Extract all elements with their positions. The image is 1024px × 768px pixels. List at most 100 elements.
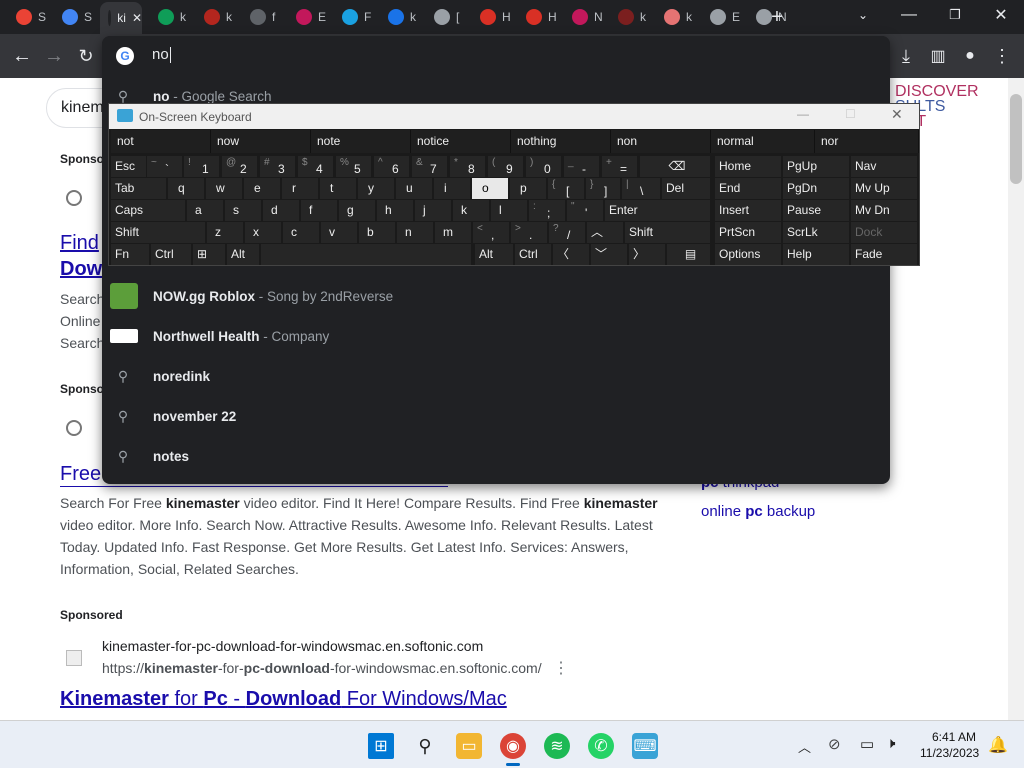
digit-key[interactable]: & 7 xyxy=(412,156,447,177)
osk-prediction[interactable]: note xyxy=(311,130,411,153)
scrlk-key[interactable]: ScrLk xyxy=(783,222,849,243)
digit-key[interactable]: @2 xyxy=(222,156,257,177)
digit-key[interactable]: _ - xyxy=(564,156,599,177)
browser-tab[interactable]: k xyxy=(380,4,420,30)
clock-time[interactable]: 6:41 AM xyxy=(932,730,976,744)
browser-tab[interactable]: E xyxy=(288,4,328,30)
search-icon[interactable]: ⚲ xyxy=(412,733,438,759)
file-explorer-icon[interactable]: ▭ xyxy=(456,733,482,759)
ctrl-key[interactable]: Ctrl xyxy=(151,244,191,265)
letter-key-b[interactable]: b xyxy=(359,222,395,243)
letter-key-a[interactable]: a xyxy=(187,200,223,221)
letter-key-i[interactable]: i xyxy=(434,178,470,199)
result-link-find[interactable]: Find xyxy=(60,232,99,255)
whatsapp-icon[interactable]: ✆ xyxy=(588,733,614,759)
volume-mute-icon[interactable]: 🕨 xyxy=(886,735,895,752)
letter-key-l[interactable]: l xyxy=(491,200,527,221)
digit-key[interactable]: #3 xyxy=(260,156,295,177)
digit-key[interactable]: % 5 xyxy=(336,156,371,177)
letter-key-f[interactable]: f xyxy=(301,200,337,221)
browser-tab[interactable]: H xyxy=(518,4,558,30)
osk-title-bar[interactable]: On-Screen Keyboard — ☐ ✕ xyxy=(109,104,919,129)
browser-tab[interactable]: f xyxy=(242,4,282,30)
osk-prediction[interactable]: nor xyxy=(815,130,919,153)
notification-bell-icon[interactable]: 🔔 xyxy=(988,735,1008,755)
arrow-right-key[interactable]: 〉 xyxy=(629,244,665,265)
letter-key-w[interactable]: w xyxy=(206,178,242,199)
digit-key[interactable]: ~ ` xyxy=(147,156,182,177)
help-key[interactable]: Help xyxy=(783,244,849,265)
clock-date[interactable]: 11/23/2023 xyxy=(920,746,979,760)
reload-button[interactable]: ↻ xyxy=(72,42,100,70)
letter-key-z[interactable]: z xyxy=(207,222,243,243)
osk-maximize-button[interactable]: ☐ xyxy=(845,107,856,121)
fn-key[interactable]: Fn xyxy=(111,244,149,265)
browser-tab[interactable]: ki ✕ xyxy=(100,2,142,34)
arrow-up-key[interactable]: ︿ xyxy=(587,222,623,243)
home-key[interactable]: Home xyxy=(715,156,781,177)
arrow-down-key[interactable]: ﹀ xyxy=(591,244,627,265)
digit-key[interactable]: * 8 xyxy=(450,156,485,177)
browser-tab[interactable]: k xyxy=(610,4,650,30)
delete-key[interactable]: Del xyxy=(662,178,710,199)
alt-right-key[interactable]: Alt xyxy=(475,244,513,265)
digit-key[interactable]: ^ 6 xyxy=(374,156,409,177)
letter-key-m[interactable]: m xyxy=(435,222,471,243)
bracket-right-key[interactable]: }] xyxy=(586,178,620,199)
browser-tab[interactable]: E xyxy=(702,4,742,30)
letter-key-t[interactable]: t xyxy=(320,178,356,199)
new-tab-button[interactable]: + xyxy=(764,4,790,30)
pause-key[interactable]: Pause xyxy=(783,200,849,221)
omnibox-suggestion[interactable]: ⚲ noredink xyxy=(102,356,890,396)
chrome-icon[interactable]: ◉ xyxy=(500,733,526,759)
ctrl-right-key[interactable]: Ctrl xyxy=(515,244,551,265)
osk-prediction[interactable]: nothing xyxy=(511,130,611,153)
omnibox-suggestion[interactable]: NOW.gg Roblox - Song by 2ndReverse xyxy=(102,276,890,316)
letter-key-v[interactable]: v xyxy=(321,222,357,243)
result-link-dow[interactable]: Dow xyxy=(60,258,102,281)
back-button[interactable]: ← xyxy=(8,42,36,70)
shift-right-key[interactable]: Shift xyxy=(625,222,710,243)
comma-key[interactable]: <, xyxy=(473,222,509,243)
semicolon-key[interactable]: :; xyxy=(529,200,565,221)
result-title-link[interactable]: Kinemaster for Pc - Download For Windows… xyxy=(60,688,507,711)
caps-lock-key[interactable]: Caps xyxy=(111,200,185,221)
insert-key[interactable]: Insert xyxy=(715,200,781,221)
digit-key[interactable]: $4 xyxy=(298,156,333,177)
address-bar[interactable]: G no xyxy=(102,36,890,76)
maximize-button[interactable]: ❐ xyxy=(932,0,978,30)
profile-icon[interactable]: ● xyxy=(956,42,984,70)
browser-tab[interactable]: [ xyxy=(426,4,466,30)
side-panel-icon[interactable]: ▥ xyxy=(924,42,952,70)
osk-prediction[interactable]: not xyxy=(111,130,211,153)
osk-prediction[interactable]: normal xyxy=(711,130,815,153)
scrollbar-thumb[interactable] xyxy=(1010,94,1022,184)
start-button[interactable]: ⊞ xyxy=(368,733,394,759)
osk-close-button[interactable]: ✕ xyxy=(891,106,903,123)
enter-key[interactable]: Enter xyxy=(605,200,710,221)
digit-key[interactable]: ! 1 xyxy=(184,156,219,177)
arrow-left-key[interactable]: 〈 xyxy=(553,244,589,265)
letter-key-k[interactable]: k xyxy=(453,200,489,221)
backspace-key[interactable]: ⌫ xyxy=(640,156,710,177)
letter-key-u[interactable]: u xyxy=(396,178,432,199)
end-key[interactable]: End xyxy=(715,178,781,199)
fade-key[interactable]: Fade xyxy=(851,244,917,265)
slash-key[interactable]: ? / xyxy=(549,222,585,243)
osk-prediction[interactable]: now xyxy=(211,130,311,153)
show-hidden-icons[interactable]: ︿ xyxy=(798,737,811,756)
osk-prediction[interactable]: notice xyxy=(411,130,511,153)
letter-key-r[interactable]: r xyxy=(282,178,318,199)
letter-key-o[interactable]: o xyxy=(472,178,508,199)
browser-tab[interactable]: k xyxy=(656,4,696,30)
osk-minimize-button[interactable]: — xyxy=(797,107,809,121)
on-screen-keyboard-icon[interactable]: ⌨ xyxy=(632,733,658,759)
mvdn-key[interactable]: Mv Dn xyxy=(851,200,917,221)
omnibox-suggestion[interactable]: Northwell Health - Company xyxy=(102,316,890,356)
nav-key[interactable]: Nav xyxy=(851,156,917,177)
space-key[interactable] xyxy=(261,244,471,265)
dock-key[interactable]: Dock xyxy=(851,222,917,243)
shift-key[interactable]: Shift xyxy=(111,222,205,243)
browser-tab[interactable]: N xyxy=(564,4,604,30)
download-icon[interactable]: ⤓ xyxy=(892,42,920,70)
